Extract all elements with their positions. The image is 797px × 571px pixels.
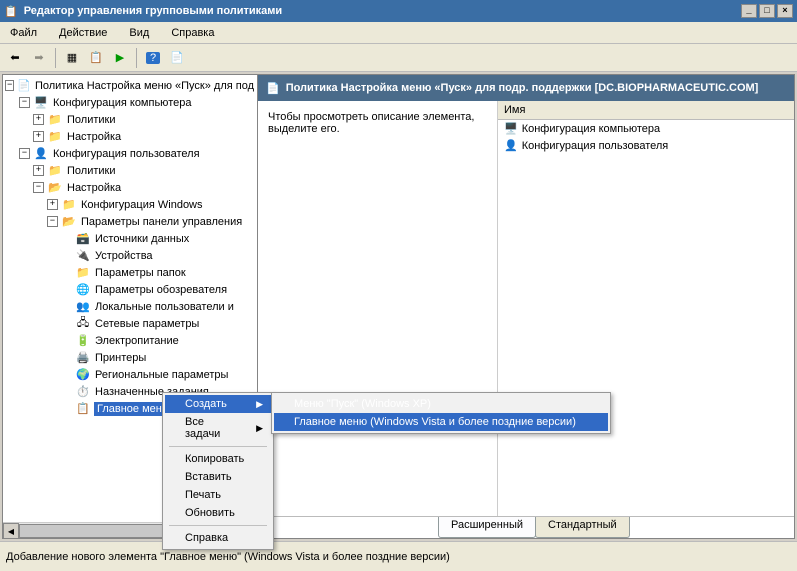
help-button[interactable]: ? — [142, 47, 164, 69]
app-icon: 📋 — [4, 5, 18, 18]
browser-icon: 🌐 — [75, 282, 91, 298]
folder-icon: 📁 — [47, 163, 63, 179]
power-icon: 🔋 — [75, 333, 91, 349]
menu-help[interactable]: Справка — [167, 25, 218, 41]
description-text: Чтобы просмотреть описание элемента, выд… — [268, 111, 474, 135]
device-icon: 🔌 — [75, 248, 91, 264]
tree-control-panel[interactable]: −📂Параметры панели управления — [5, 213, 255, 230]
tree-regional[interactable]: 🌍Региональные параметры — [5, 366, 255, 383]
tree-uc-policies[interactable]: +📁Политики — [5, 162, 255, 179]
back-button[interactable]: ⬅ — [4, 47, 26, 69]
toolbar-icon-1[interactable]: ▦ — [61, 47, 83, 69]
printer-icon: 🖨️ — [75, 350, 91, 366]
user-icon: 👤 — [33, 146, 49, 162]
tab-extended[interactable]: Расширенный — [438, 517, 536, 538]
right-header-title: Политика Настройка меню «Пуск» для подр.… — [286, 82, 759, 94]
submenu-startmenu-vista[interactable]: Главное меню (Windows Vista и более позд… — [274, 413, 608, 431]
tree-folder-options[interactable]: 📁Параметры папок — [5, 264, 255, 281]
globe-icon: 🌍 — [75, 367, 91, 383]
context-menu: Создать▶ Меню "Пуск" (Windows XP) Главно… — [162, 392, 274, 550]
ctx-print[interactable]: Печать — [165, 486, 271, 504]
tree-uc-settings[interactable]: −📂Настройка — [5, 179, 255, 196]
ctx-help[interactable]: Справка — [165, 529, 271, 547]
tab-standard[interactable]: Стандартный — [535, 517, 630, 538]
folder-options-icon: 📁 — [75, 265, 91, 281]
folder-icon: 📁 — [47, 112, 63, 128]
tree-data-sources[interactable]: 🗃️Источники данных — [5, 230, 255, 247]
computer-icon: 🖥️ — [504, 122, 518, 135]
toolbar-icon-4[interactable]: 📄 — [166, 47, 188, 69]
col-header-name[interactable]: Имя — [498, 101, 794, 120]
tree-cc-policies[interactable]: +📁Политики — [5, 111, 255, 128]
policy-icon: 📄 — [17, 78, 31, 94]
toolbar: ⬅ ➡ ▦ 📋 ▶ ? 📄 — [0, 44, 797, 72]
status-text: Добавление нового элемента "Главное меню… — [6, 551, 450, 563]
tree-user-config[interactable]: −👤Конфигурация пользователя — [5, 145, 255, 162]
ctx-create[interactable]: Создать▶ Меню "Пуск" (Windows XP) Главно… — [165, 395, 271, 413]
maximize-button[interactable]: □ — [759, 4, 775, 18]
chevron-right-icon: ▶ — [256, 399, 263, 410]
scroll-left-button[interactable]: ◀ — [3, 523, 19, 538]
statusbar: Добавление нового элемента "Главное меню… — [0, 541, 797, 571]
users-icon: 👥 — [75, 299, 91, 315]
description-pane: Чтобы просмотреть описание элемента, выд… — [258, 101, 498, 516]
list-pane: Имя 🖥️Конфигурация компьютера 👤Конфигура… — [498, 101, 794, 516]
view-tabs: Расширенный Стандартный — [258, 516, 794, 538]
toolbar-icon-2[interactable]: 📋 — [85, 47, 107, 69]
tree-windows-config[interactable]: +📁Конфигурация Windows — [5, 196, 255, 213]
computer-icon: 🖥️ — [33, 95, 49, 111]
startmenu-icon: 📋 — [75, 401, 91, 417]
ctx-separator — [169, 525, 267, 526]
forward-button[interactable]: ➡ — [28, 47, 50, 69]
tree-power[interactable]: 🔋Электропитание — [5, 332, 255, 349]
titlebar: 📋 Редактор управления групповыми политик… — [0, 0, 797, 22]
scroll-thumb[interactable] — [19, 524, 169, 538]
policy-icon: 📄 — [266, 82, 280, 95]
ctx-all-tasks[interactable]: Все задачи▶ — [165, 413, 271, 443]
folder-icon: 📂 — [47, 180, 63, 196]
submenu-startmenu-xp[interactable]: Меню "Пуск" (Windows XP) — [274, 395, 608, 413]
chevron-right-icon: ▶ — [256, 423, 263, 434]
right-pane: 📄 Политика Настройка меню «Пуск» для под… — [258, 75, 794, 538]
tree-browser-options[interactable]: 🌐Параметры обозревателя — [5, 281, 255, 298]
window-title: Редактор управления групповыми политикам… — [24, 5, 282, 17]
user-icon: 👤 — [504, 139, 518, 152]
close-button[interactable]: × — [777, 4, 793, 18]
tree-network[interactable]: 🖧Сетевые параметры — [5, 315, 255, 332]
tree-devices[interactable]: 🔌Устройства — [5, 247, 255, 264]
network-icon: 🖧 — [75, 316, 91, 332]
menubar: Файл Действие Вид Справка — [0, 22, 797, 44]
right-header: 📄 Политика Настройка меню «Пуск» для под… — [258, 75, 794, 101]
tree-cc-settings[interactable]: +📁Настройка — [5, 128, 255, 145]
create-submenu: Меню "Пуск" (Windows XP) Главное меню (W… — [271, 392, 611, 434]
minimize-button[interactable]: _ — [741, 4, 757, 18]
ctx-separator — [169, 446, 267, 447]
menu-view[interactable]: Вид — [125, 25, 153, 41]
tree-computer-config[interactable]: −🖥️Конфигурация компьютера — [5, 94, 255, 111]
tree-printers[interactable]: 🖨️Принтеры — [5, 349, 255, 366]
tree-local-users[interactable]: 👥Локальные пользователи и — [5, 298, 255, 315]
menu-action[interactable]: Действие — [55, 25, 111, 41]
folder-icon: 📁 — [61, 197, 77, 213]
menu-file[interactable]: Файл — [6, 25, 41, 41]
folder-icon: 📂 — [61, 214, 77, 230]
toolbar-icon-3[interactable]: ▶ — [109, 47, 131, 69]
clock-icon: ⏱️ — [75, 384, 91, 400]
database-icon: 🗃️ — [75, 231, 91, 247]
list-item-user-config[interactable]: 👤Конфигурация пользователя — [498, 137, 794, 154]
ctx-copy[interactable]: Копировать — [165, 450, 271, 468]
folder-icon: 📁 — [47, 129, 63, 145]
list-item-computer-config[interactable]: 🖥️Конфигурация компьютера — [498, 120, 794, 137]
ctx-refresh[interactable]: Обновить — [165, 504, 271, 522]
tree-root[interactable]: −📄Политика Настройка меню «Пуск» для под — [5, 77, 255, 94]
ctx-paste[interactable]: Вставить — [165, 468, 271, 486]
